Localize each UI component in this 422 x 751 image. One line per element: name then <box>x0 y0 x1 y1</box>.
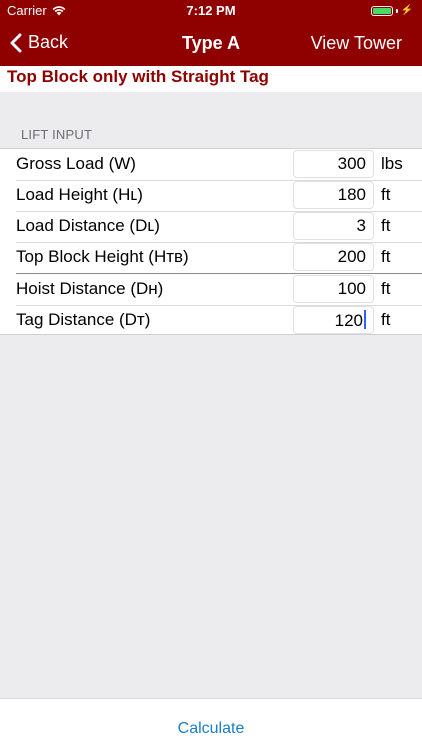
battery-icon: ⚡ <box>370 5 413 16</box>
hoist-distance-unit: ft <box>381 279 391 298</box>
input-row-gross-load: Gross Load (W) 300 lbs <box>0 149 422 180</box>
gross-load-label: Gross Load (W) <box>16 154 136 173</box>
gross-load-field[interactable]: 300 <box>293 150 374 178</box>
tag-distance-unit: ft <box>381 310 391 329</box>
top-block-height-label: Top Block Height (Hᴛʙ) <box>16 247 189 266</box>
gross-load-unit: lbs <box>381 154 403 173</box>
status-time: 7:12 PM <box>186 3 236 18</box>
tag-distance-field[interactable]: 120 <box>293 306 374 334</box>
view-tower-button[interactable]: View Tower <box>311 33 402 54</box>
load-distance-label: Load Distance (Dʟ) <box>16 216 160 235</box>
hoist-distance-field[interactable]: 100 <box>293 275 374 303</box>
charging-bolt-icon: ⚡ <box>400 5 413 16</box>
load-height-unit: ft <box>381 185 391 204</box>
tag-distance-label: Tag Distance (Dᴛ) <box>16 310 151 329</box>
input-row-hoist-distance: Hoist Distance (Dʜ) 100 ft <box>0 274 422 305</box>
input-row-top-block-height: Top Block Height (Hᴛʙ) 200 ft <box>0 242 422 273</box>
load-height-label: Load Height (Hʟ) <box>16 185 143 204</box>
subtitle-text: Top Block only with Straight Tag <box>7 67 269 86</box>
top-block-height-unit: ft <box>381 247 391 266</box>
calculate-button[interactable]: Calculate <box>0 720 422 738</box>
load-distance-unit: ft <box>381 216 391 235</box>
input-row-load-height: Load Height (Hʟ) 180 ft <box>0 180 422 211</box>
navigation-bar: Carrier 7:12 PM ⚡ Back Type A View Tower <box>0 0 422 66</box>
hoist-distance-label: Hoist Distance (Dʜ) <box>16 279 164 298</box>
lift-input-table: Gross Load (W) 300 lbs Load Height (Hʟ) … <box>0 148 422 335</box>
section-header: LIFT INPUT <box>21 127 93 142</box>
tag-distance-value: 120 <box>334 311 363 330</box>
subtitle-banner: Top Block only with Straight Tag <box>0 66 422 92</box>
input-row-load-distance: Load Distance (Dʟ) 3 ft <box>0 211 422 242</box>
bottom-toolbar: Calculate <box>0 698 422 751</box>
status-bar: Carrier 7:12 PM ⚡ <box>0 0 422 22</box>
top-block-height-field[interactable]: 200 <box>293 243 374 271</box>
load-distance-field[interactable]: 3 <box>293 212 374 240</box>
load-height-field[interactable]: 180 <box>293 181 374 209</box>
text-cursor <box>364 310 366 329</box>
nav-header: Back Type A View Tower <box>0 22 422 66</box>
input-row-tag-distance: Tag Distance (Dᴛ) 120 ft <box>0 305 422 336</box>
